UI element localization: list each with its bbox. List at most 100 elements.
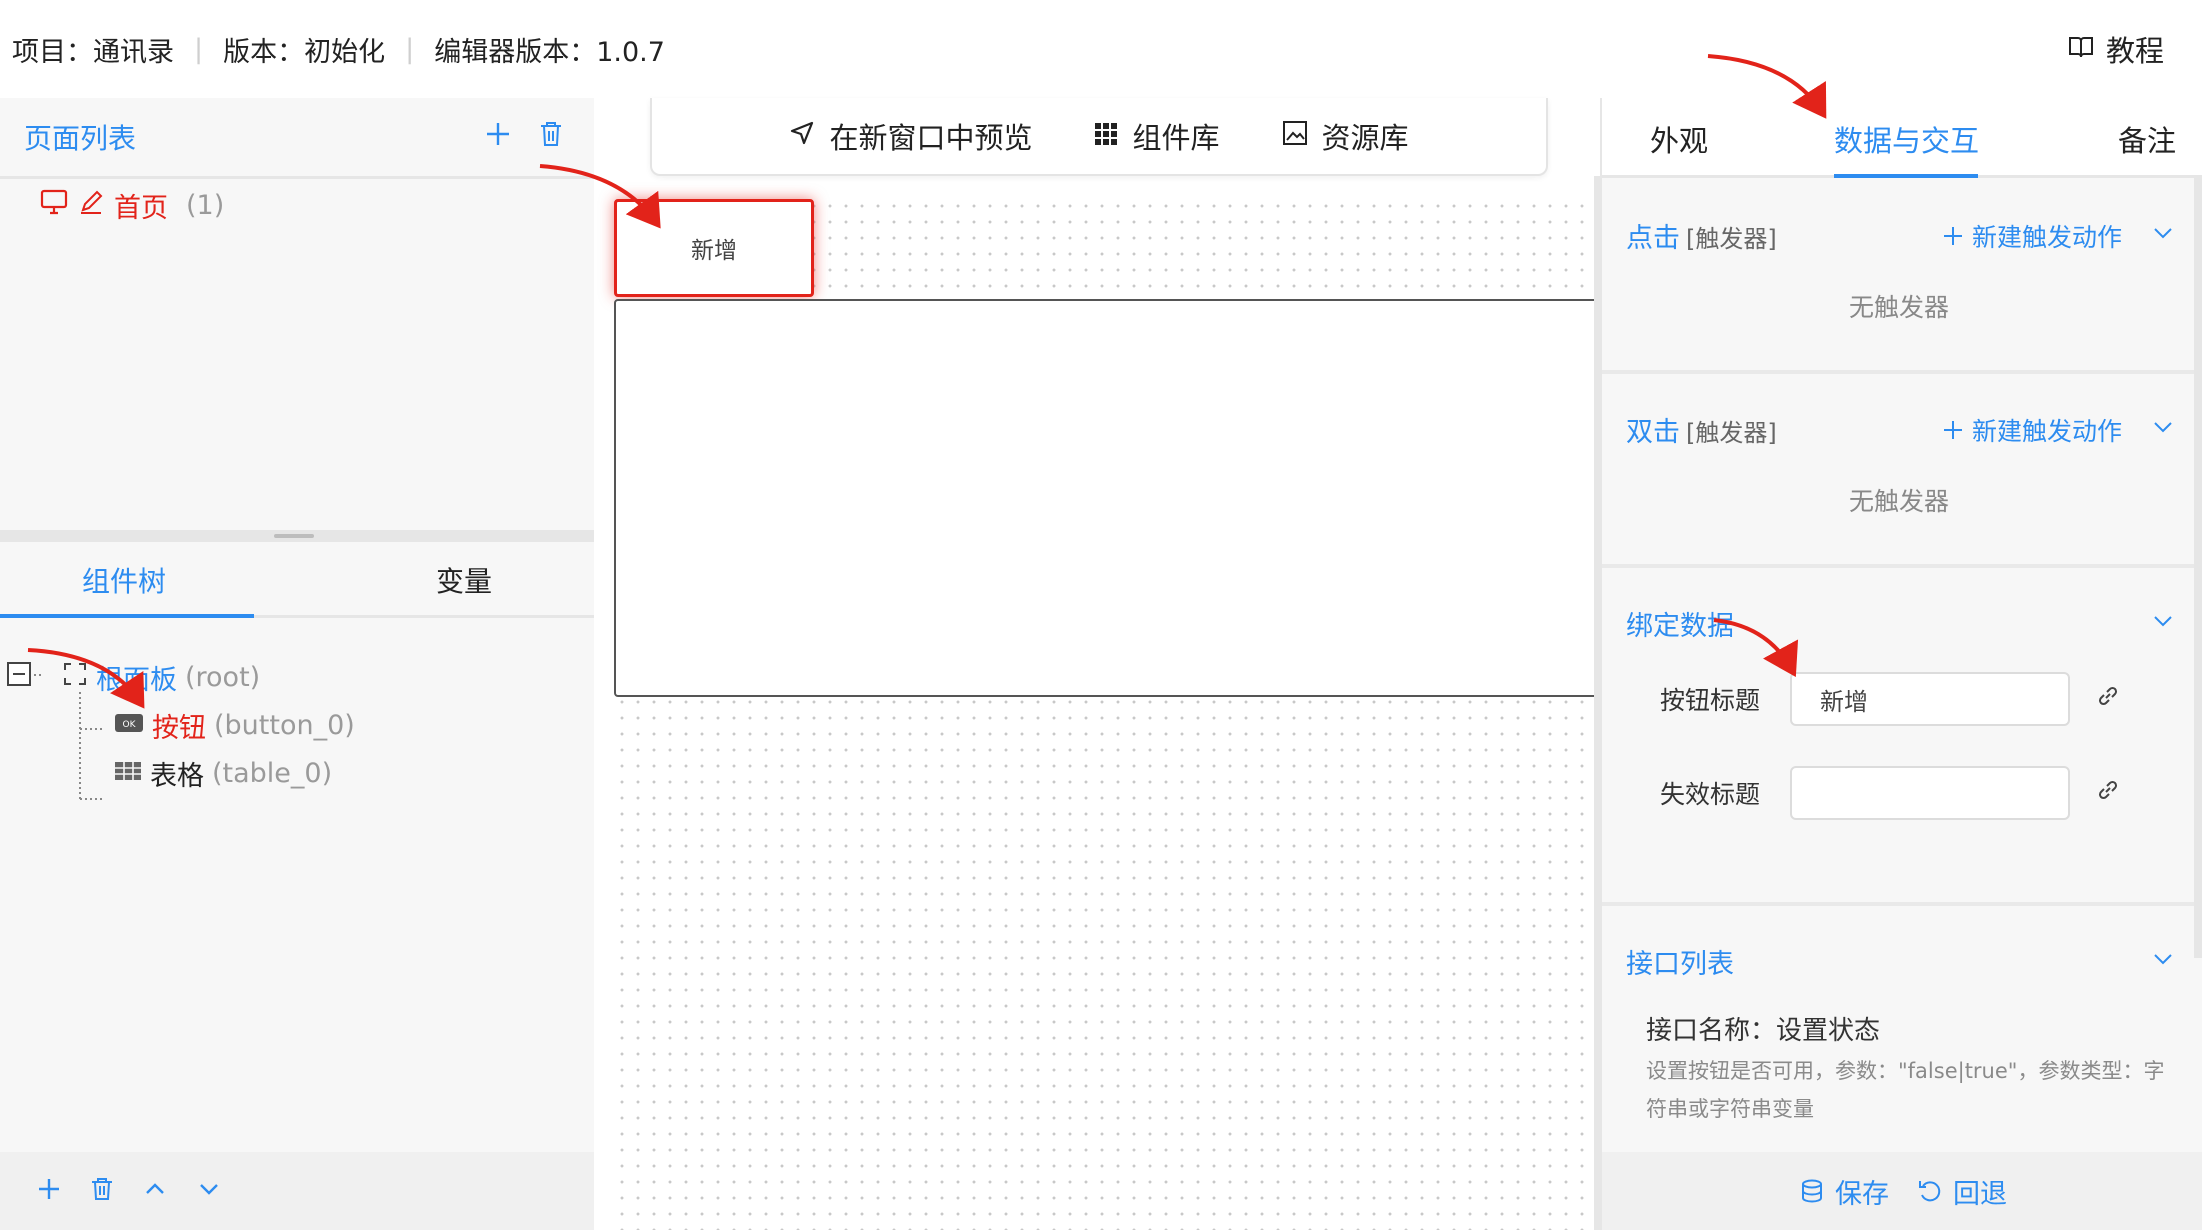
add-component-icon[interactable] <box>36 1176 62 1206</box>
properties-scrollbar[interactable] <box>2194 178 2202 958</box>
api-list-section: 接口列表 接口名称：设置状态 设置按钮是否可用，参数："false|true"，… <box>1602 924 2196 1152</box>
no-trigger-text: 无触发器 <box>1848 487 1949 516</box>
delete-component-icon[interactable] <box>90 1176 114 1206</box>
tab-variables[interactable]: 变量 <box>436 560 492 600</box>
chevron-down-icon[interactable] <box>2152 610 2174 636</box>
grid-icon <box>1094 119 1118 153</box>
top-header: 项目：通讯录 | 版本：初始化 | 编辑器版本：1.0.7 <box>0 0 2202 98</box>
disabled-title-row: 失效标题 <box>1660 766 2120 820</box>
revert-button[interactable]: 回退 <box>1917 1172 2007 1211</box>
undo-rotate-icon <box>1919 1181 1941 1202</box>
book-icon <box>2068 32 2094 66</box>
click-title: 点击 <box>1626 223 1680 254</box>
dblclick-trigger-title: 双击 [触发器] <box>1626 410 1777 449</box>
image-icon <box>1282 119 1308 153</box>
right-panel: 外观 数据与交互 备注 点击 [触发器] 新建触发动作 无触发器 双击 [触发器] <box>1600 98 2202 1230</box>
tab-data-interaction[interactable]: 数据与交互 <box>1834 118 1979 160</box>
new-trigger-action-label: 新建触发动作 <box>1971 417 2122 446</box>
ok-button-icon: OK <box>114 710 144 741</box>
canvas-add-button[interactable]: 新增 <box>614 199 814 297</box>
design-canvas[interactable]: 在新窗口中预览 组件库 资源库 新增 <box>594 98 1602 1230</box>
chevron-down-icon[interactable] <box>2152 222 2174 248</box>
desktop-icon <box>40 189 68 222</box>
version-label: 版本：初始化 <box>223 36 386 68</box>
asset-library-button[interactable]: 资源库 <box>1282 115 1409 157</box>
component-library-button[interactable]: 组件库 <box>1094 115 1220 157</box>
button-title-input[interactable]: 新增 <box>1790 672 2071 726</box>
tab-component-tree[interactable]: 组件树 <box>82 560 166 600</box>
tree-node-root[interactable]: 根面板 (root) <box>6 658 260 697</box>
preview-new-window-button[interactable]: 在新窗口中预览 <box>789 115 1032 157</box>
divider <box>1602 564 2196 568</box>
tree-node-table[interactable]: 表格 (table_0) <box>114 754 332 793</box>
dblclick-trigger-section: 双击 [触发器] 新建触发动作 无触发器 <box>1602 392 2196 564</box>
tab-appearance[interactable]: 外观 <box>1650 118 1708 160</box>
database-icon <box>1802 1179 1822 1203</box>
tab-notes[interactable]: 备注 <box>2118 118 2176 160</box>
tab-underline <box>0 614 254 618</box>
page-item-home[interactable]: 首页 (1) <box>40 186 224 225</box>
dblclick-title: 双击 <box>1626 417 1680 448</box>
tree-node-root-label: 根面板 <box>96 665 177 696</box>
new-trigger-action-button[interactable]: 新建触发动作 <box>1942 412 2122 448</box>
api-description: 设置按钮是否可用，参数："false|true"，参数类型：字符串或字符串变量 <box>1646 1059 2165 1121</box>
project-label: 项目：通讯录 <box>12 36 174 68</box>
move-up-icon[interactable] <box>142 1176 168 1206</box>
api-list-title: 接口列表 <box>1626 949 1734 980</box>
tab-underline <box>1834 174 1978 178</box>
edit-icon[interactable] <box>78 189 104 222</box>
collapse-icon[interactable] <box>6 661 32 694</box>
divider <box>0 176 594 179</box>
splitter-grip[interactable] <box>274 534 314 538</box>
add-page-icon[interactable] <box>484 120 512 155</box>
move-down-icon[interactable] <box>196 1176 222 1206</box>
new-trigger-action-button[interactable]: 新建触发动作 <box>1942 218 2122 254</box>
disabled-title-input[interactable] <box>1790 766 2071 820</box>
revert-label: 回退 <box>1953 1178 2007 1210</box>
delete-page-icon[interactable] <box>538 120 564 155</box>
page-item-count: (1) <box>186 190 225 221</box>
tree-node-button-id: (button_0) <box>214 710 355 741</box>
no-trigger-text: 无触发器 <box>1848 293 1949 322</box>
page-list-header: 页面列表 <box>0 98 594 176</box>
tree-node-button-label: 按钮 <box>152 713 206 744</box>
link-icon[interactable] <box>2096 778 2120 808</box>
header-separator: | <box>405 33 415 65</box>
panel-splitter[interactable] <box>0 530 594 542</box>
link-icon[interactable] <box>2096 684 2120 714</box>
plus-icon <box>1943 227 1962 245</box>
navigate-arrow-icon <box>789 119 815 153</box>
editor-version-label: 编辑器版本：1.0.7 <box>434 36 665 68</box>
left-panel: 页面列表 首页 (1) 组件树 变量 根面板 (root) OK 按钮 (but… <box>0 98 594 1230</box>
property-tabs: 外观 数据与交互 备注 <box>1602 98 2202 178</box>
component-library-label: 组件库 <box>1132 121 1220 155</box>
editor-window: 项目：通讯录 | 版本：初始化 | 编辑器版本：1.0.7 教程 页面列表 首页… <box>0 0 2202 1230</box>
table-grid-icon <box>114 758 142 789</box>
divider <box>1602 902 2196 906</box>
tree-actions-bar <box>0 1152 594 1230</box>
tree-node-button[interactable]: OK 按钮 (button_0) <box>114 706 355 745</box>
divider <box>1602 370 2196 374</box>
click-trigger-section: 点击 [触发器] 新建触发动作 无触发器 <box>1602 198 2196 370</box>
disabled-title-label: 失效标题 <box>1660 780 1761 809</box>
page-list-title: 页面列表 <box>24 122 137 155</box>
tree-node-table-id: (table_0) <box>212 758 333 789</box>
preview-label: 在新窗口中预览 <box>829 121 1033 155</box>
dblclick-sub: [触发器] <box>1686 419 1777 447</box>
tree-node-table-label: 表格 <box>150 761 204 792</box>
new-trigger-action-label: 新建触发动作 <box>1971 223 2122 252</box>
button-title-label: 按钮标题 <box>1660 686 1761 715</box>
property-actions-bar: 保存 回退 <box>1602 1152 2202 1230</box>
chevron-down-icon[interactable] <box>2152 416 2174 442</box>
bind-data-title: 绑定数据 <box>1626 611 1734 642</box>
tutorial-button[interactable]: 教程 <box>2068 28 2164 70</box>
chevron-down-icon[interactable] <box>2152 948 2174 974</box>
save-label: 保存 <box>1835 1178 1889 1210</box>
canvas-table[interactable] <box>614 299 1598 697</box>
canvas-toolbar: 在新窗口中预览 组件库 资源库 <box>650 98 1548 176</box>
button-title-row: 按钮标题 新增 <box>1660 672 2120 726</box>
header-separator: | <box>194 33 204 65</box>
plus-icon <box>1943 421 1962 439</box>
bind-data-section: 绑定数据 按钮标题 新增 失效标题 <box>1602 586 2196 902</box>
save-button[interactable]: 保存 <box>1799 1172 1889 1211</box>
